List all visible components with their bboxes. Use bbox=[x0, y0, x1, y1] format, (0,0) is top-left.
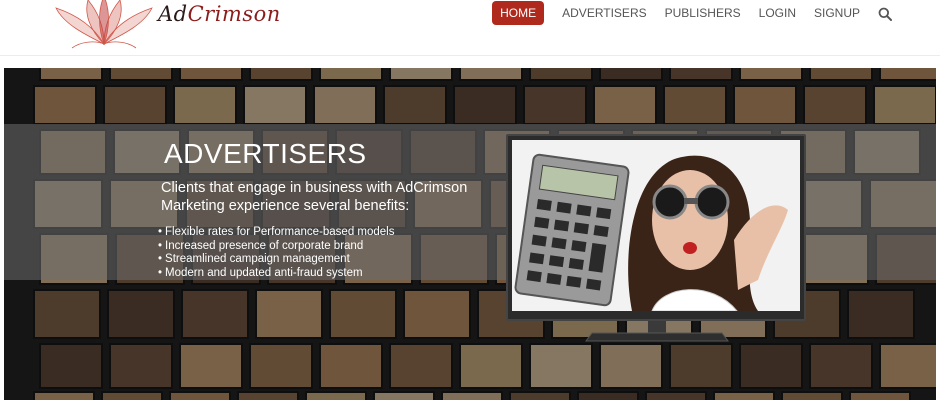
wall-screen bbox=[781, 391, 843, 400]
wall-screen bbox=[169, 391, 231, 400]
wall-screen bbox=[109, 343, 173, 389]
wall-screen bbox=[109, 68, 173, 81]
wall-screen bbox=[389, 343, 453, 389]
benefit-item: Modern and updated anti-fraud system bbox=[158, 267, 395, 281]
wall-screen bbox=[809, 68, 873, 81]
wall-screen bbox=[847, 289, 915, 339]
wall-screen bbox=[249, 343, 313, 389]
wall-screen bbox=[329, 289, 397, 339]
site-header: AdCrimson HOME ADVERTISERS PUBLISHERS LO… bbox=[0, 0, 940, 56]
wall-screen bbox=[809, 343, 873, 389]
wall-screen bbox=[319, 68, 383, 81]
wall-screen bbox=[599, 68, 663, 81]
wall-screen bbox=[101, 391, 163, 400]
wall-screen bbox=[669, 68, 733, 81]
nav-advertisers[interactable]: ADVERTISERS bbox=[562, 1, 646, 25]
wall-screen bbox=[249, 68, 313, 81]
wall-screen bbox=[179, 343, 243, 389]
wall-screen bbox=[879, 68, 936, 81]
wall-screen bbox=[879, 343, 936, 389]
wall-screen bbox=[453, 85, 517, 125]
wall-screen bbox=[173, 85, 237, 125]
wall-screen bbox=[713, 391, 775, 400]
wall-screen bbox=[733, 85, 797, 125]
wall-screen bbox=[39, 343, 103, 389]
nav-signup[interactable]: SIGNUP bbox=[814, 1, 860, 25]
woman-calculator-image bbox=[512, 140, 800, 311]
wall-screen bbox=[849, 391, 911, 400]
wall-screen bbox=[383, 85, 447, 125]
benefits-list: Flexible rates for Performance-based mod… bbox=[158, 226, 395, 281]
wall-screen bbox=[403, 289, 471, 339]
wall-screen bbox=[663, 85, 727, 125]
nav-publishers[interactable]: PUBLISHERS bbox=[665, 1, 741, 25]
lotus-icon bbox=[55, 0, 153, 49]
nav-login[interactable]: LOGIN bbox=[759, 1, 796, 25]
nav-home[interactable]: HOME bbox=[492, 1, 545, 25]
benefit-item: Flexible rates for Performance-based mod… bbox=[158, 226, 394, 240]
wall-screen bbox=[873, 85, 936, 125]
wall-screen bbox=[523, 85, 587, 125]
tv-monitor bbox=[506, 134, 806, 321]
benefit-item: Streamlined campaign management bbox=[158, 253, 395, 267]
hero-intro: Clients that engage in business with AdC… bbox=[161, 180, 468, 214]
wall-screen bbox=[389, 68, 453, 81]
wall-screen bbox=[33, 85, 97, 125]
hero-title: ADVERTISERS bbox=[164, 138, 367, 169]
wall-screen bbox=[181, 289, 249, 339]
wall-screen bbox=[529, 343, 593, 389]
wall-screen bbox=[319, 343, 383, 389]
hero-banner: ADVERTISERS Clients that engage in busin… bbox=[4, 68, 936, 400]
wall-screen bbox=[373, 391, 435, 400]
wall-screen bbox=[593, 85, 657, 125]
wall-screen bbox=[529, 68, 593, 81]
wall-screen bbox=[739, 343, 803, 389]
wall-screen bbox=[313, 85, 377, 125]
wall-screen bbox=[103, 85, 167, 125]
wall-screen bbox=[459, 343, 523, 389]
wall-screen bbox=[803, 85, 867, 125]
wall-screen bbox=[599, 343, 663, 389]
advertiser-photo bbox=[512, 140, 800, 311]
wall-screen bbox=[255, 289, 323, 339]
wall-screen bbox=[509, 391, 571, 400]
wall-screen bbox=[33, 391, 95, 400]
logo[interactable]: AdCrimson bbox=[54, 0, 294, 49]
monitor-stand bbox=[585, 321, 729, 342]
brand-name: AdCrimson bbox=[158, 2, 281, 26]
search-icon[interactable] bbox=[878, 7, 892, 21]
wall-screen bbox=[305, 391, 367, 400]
wall-screen bbox=[39, 68, 103, 81]
main-nav: HOME ADVERTISERS PUBLISHERS LOGIN SIGNUP bbox=[492, 0, 892, 26]
wall-screen bbox=[577, 391, 639, 400]
wall-screen bbox=[243, 85, 307, 125]
wall-screen bbox=[179, 68, 243, 81]
benefit-item: Increased presence of corporate brand bbox=[158, 240, 395, 254]
wall-screen bbox=[645, 391, 707, 400]
wall-screen bbox=[33, 289, 101, 339]
wall-screen bbox=[669, 343, 733, 389]
wall-screen bbox=[441, 391, 503, 400]
wall-screen bbox=[107, 289, 175, 339]
wall-screen bbox=[237, 391, 299, 400]
wall-screen bbox=[459, 68, 523, 81]
wall-screen bbox=[739, 68, 803, 81]
